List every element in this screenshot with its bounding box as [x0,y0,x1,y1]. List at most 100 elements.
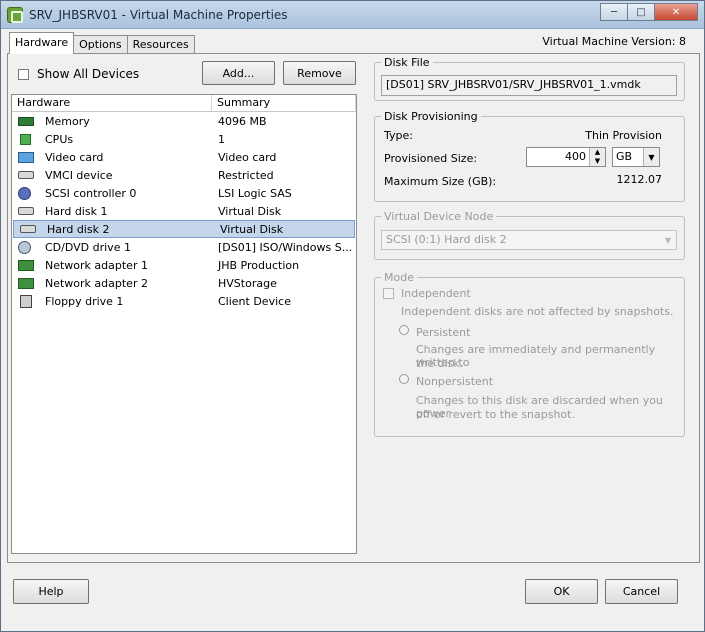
hardware-row-scsi-controller[interactable]: SCSI controller 0 LSI Logic SAS [12,184,356,202]
hardware-list-header: Hardware Summary [12,95,356,112]
virtual-device-node-legend: Virtual Device Node [384,210,494,223]
network-adapter-icon [18,277,34,289]
hardware-name: CPUs [45,132,74,146]
ok-button[interactable]: OK [525,579,598,604]
disk-file-legend: Disk File [384,56,430,69]
remove-button[interactable]: Remove [283,61,356,85]
hardware-row-network-adapter-2[interactable]: Network adapter 2 HVStorage [12,274,356,292]
add-button[interactable]: Add... [202,61,275,85]
provisioned-size-spinner[interactable]: 400 ▲ ▼ [526,147,606,167]
persistent-radio[interactable] [399,325,409,335]
spinner-up-icon[interactable]: ▲ [590,148,605,157]
disk-file-path-field[interactable]: [DS01] SRV_JHBSRV01/SRV_JHBSRV01_1.vmdk [381,75,677,96]
persistent-label: Persistent [416,326,471,339]
hard-disk-icon [18,207,34,215]
hardware-summary: Virtual Disk [220,222,284,236]
hardware-name: Floppy drive 1 [45,294,124,308]
mode-legend: Mode [384,271,414,284]
hardware-list[interactable]: Hardware Summary Memory 4096 MB CPUs 1 V… [11,94,357,554]
hardware-row-floppy-drive[interactable]: Floppy drive 1 Client Device [12,292,356,310]
independent-checkbox[interactable] [383,288,394,299]
column-header-summary[interactable]: Summary [212,95,356,112]
hardware-row-memory[interactable]: Memory 4096 MB [12,112,356,130]
minimize-button[interactable]: ─ [600,3,628,21]
disk-file-group: Disk File [DS01] SRV_JHBSRV01/SRV_JHBSRV… [374,56,685,101]
tab-hardware[interactable]: Hardware [9,32,75,54]
virtual-device-node-select[interactable]: SCSI (0:1) Hard disk 2 ▼ [381,230,677,250]
nonpersistent-radio[interactable] [399,374,409,384]
vsphere-app-icon [7,7,23,23]
size-unit-select[interactable]: GB ▼ [612,147,660,167]
hardware-row-hard-disk-1[interactable]: Hard disk 1 Virtual Disk [12,202,356,220]
close-icon: ✕ [671,6,681,18]
hardware-name: Network adapter 2 [45,276,148,290]
maximize-button[interactable]: □ [627,3,655,21]
hardware-summary: HVStorage [218,276,277,290]
floppy-drive-icon [20,294,32,308]
help-button[interactable]: Help [13,579,89,604]
disk-provisioning-legend: Disk Provisioning [384,110,478,123]
disk-type-label: Type: [384,129,413,142]
hardware-name: Hard disk 1 [45,204,108,218]
hardware-name: Memory [45,114,90,128]
window-title: SRV_JHBSRV01 - Virtual Machine Propertie… [29,8,288,22]
persistent-description-line-2: the disk. [416,357,464,370]
vmci-device-icon [18,171,34,179]
hardware-summary: 1 [218,132,225,146]
hardware-tab-content: Show All Devices Add... Remove Hardware … [7,53,700,563]
tab-options[interactable]: Options [73,35,128,54]
virtual-device-node-group: Virtual Device Node SCSI (0:1) Hard disk… [374,210,685,260]
hardware-name: CD/DVD drive 1 [45,240,131,254]
cpu-icon [20,133,31,145]
chevron-down-icon: ▼ [664,235,672,245]
hardware-summary: Virtual Disk [218,204,282,218]
hardware-row-hard-disk-2[interactable]: Hard disk 2 Virtual Disk [13,220,355,238]
column-header-hardware[interactable]: Hardware [12,95,212,112]
title-bar[interactable]: SRV_JHBSRV01 - Virtual Machine Propertie… [1,1,704,29]
hardware-summary: Client Device [218,294,291,308]
hardware-name: Network adapter 1 [45,258,148,272]
network-adapter-icon [18,259,34,271]
provisioned-size-value: 400 [565,150,586,163]
disk-provisioning-group: Disk Provisioning Type: Thin Provision P… [374,110,685,202]
hardware-row-network-adapter-1[interactable]: Network adapter 1 JHB Production [12,256,356,274]
chevron-down-icon: ▼ [643,148,659,166]
hardware-summary: Video card [218,150,277,164]
vm-version-label: Virtual Machine Version: 8 [542,35,686,48]
spinner-down-icon[interactable]: ▼ [590,157,605,166]
memory-icon [18,116,34,126]
minimize-icon: ─ [610,6,618,18]
hardware-row-video-card[interactable]: Video card Video card [12,148,356,166]
size-unit-value: GB [616,150,633,163]
virtual-device-node-value: SCSI (0:1) Hard disk 2 [386,233,507,246]
show-all-devices-option[interactable]: Show All Devices [18,67,139,81]
hardware-row-vmci-device[interactable]: VMCI device Restricted [12,166,356,184]
hardware-summary: LSI Logic SAS [218,186,292,200]
hardware-row-cd-dvd-drive[interactable]: CD/DVD drive 1 [DS01] ISO/Windows S... [12,238,356,256]
hardware-summary: [DS01] ISO/Windows S... [218,240,353,254]
mode-group: Mode Independent Independent disks are n… [374,271,685,437]
hardware-name: Hard disk 2 [47,222,110,236]
hardware-name: VMCI device [45,168,113,182]
scsi-controller-icon [18,186,31,200]
hardware-row-cpus[interactable]: CPUs 1 [12,130,356,148]
show-all-devices-checkbox[interactable] [18,68,29,80]
tab-resources[interactable]: Resources [126,35,195,54]
hardware-summary: 4096 MB [218,114,267,128]
show-all-devices-label: Show All Devices [37,67,140,81]
independent-description: Independent disks are not affected by sn… [401,305,674,318]
tab-strip: Hardware Options Resources [9,32,195,54]
nonpersistent-label: Nonpersistent [416,375,494,388]
maximum-size-value: 1212.07 [616,173,663,186]
hardware-name: Video card [45,150,104,164]
vm-properties-window: SRV_JHBSRV01 - Virtual Machine Propertie… [0,0,705,632]
nonpersistent-description-line-2: off or revert to the snapshot. [416,408,575,421]
cd-dvd-icon [18,240,31,254]
maximize-icon: □ [636,6,646,18]
close-button[interactable]: ✕ [654,3,698,21]
independent-label: Independent [401,287,471,300]
video-card-icon [18,151,34,163]
hardware-summary: Restricted [218,168,274,182]
cancel-button[interactable]: Cancel [605,579,678,604]
spinner-arrows[interactable]: ▲ ▼ [589,148,605,166]
